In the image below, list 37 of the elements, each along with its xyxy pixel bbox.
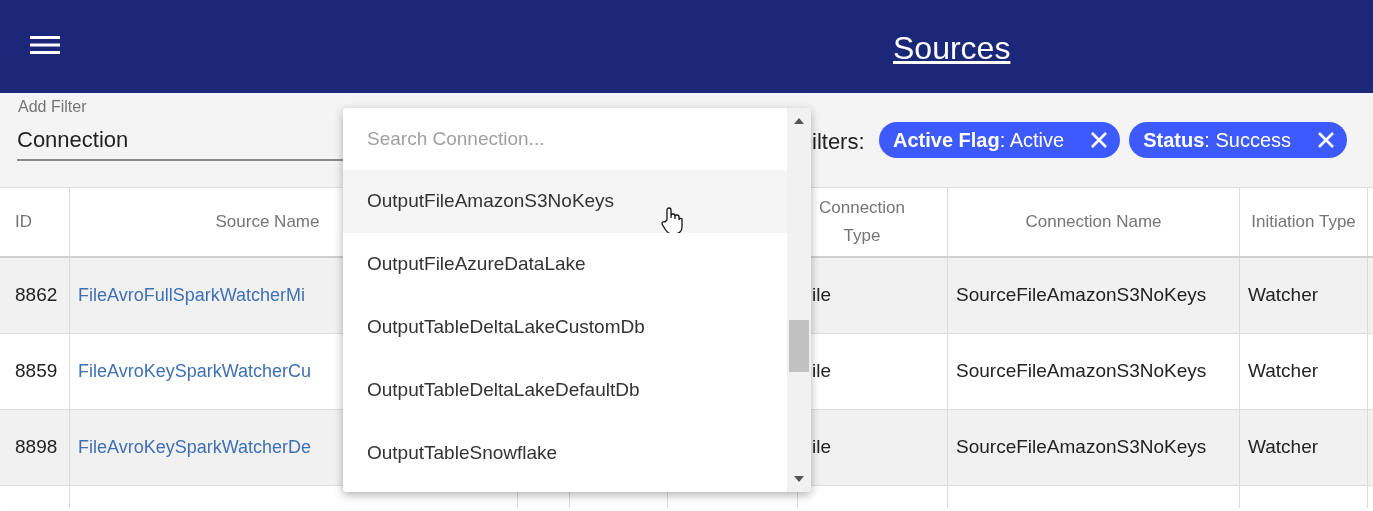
table-cell-text: ile bbox=[812, 435, 831, 460]
source-link[interactable]: FileAvroKeySparkWatcherCu bbox=[78, 358, 312, 385]
table-cell-text: 8859 bbox=[15, 359, 58, 384]
table-cell-text: 8862 bbox=[15, 283, 58, 308]
scrollbar-thumb[interactable] bbox=[789, 320, 809, 372]
close-icon[interactable] bbox=[1090, 131, 1109, 149]
search-field[interactable]: Search Connection... bbox=[343, 108, 787, 170]
menu-icon[interactable] bbox=[30, 35, 60, 55]
table-cell-text: Watcher bbox=[1248, 435, 1319, 460]
page-title[interactable]: Sources bbox=[893, 24, 1011, 72]
source-link[interactable]: FileAvroKeySparkWatcherDe bbox=[78, 434, 312, 461]
table-cell-text: SourceFileAmazonS3NoKeys bbox=[956, 359, 1207, 384]
active-filters-label: ilters: bbox=[812, 128, 865, 156]
hand-cursor-icon bbox=[661, 207, 683, 235]
scroll-down-icon[interactable] bbox=[794, 476, 804, 482]
table-cell-text: ile bbox=[812, 359, 831, 384]
filter-chip[interactable]: Active Flag: Active bbox=[879, 122, 1121, 158]
column-header[interactable]: Source Name bbox=[215, 208, 320, 236]
filter-label: Add Filter bbox=[18, 97, 87, 117]
table-cell-text: 8898 bbox=[15, 435, 58, 460]
table-cell-text: SourceFileAmazonS3NoKeys bbox=[956, 283, 1207, 308]
table-cell-text: Watcher bbox=[1248, 359, 1319, 384]
column-header[interactable]: Connection Name bbox=[1025, 208, 1162, 236]
column-header[interactable]: ID bbox=[15, 208, 32, 236]
chip-label: Status: Success bbox=[1143, 128, 1291, 153]
chip-label: Active Flag: Active bbox=[893, 128, 1065, 153]
dropdown-option[interactable]: OutputFileAmazonS3NoKeys bbox=[343, 170, 787, 233]
table-cell-text: ile bbox=[812, 283, 831, 308]
scrollbar[interactable] bbox=[787, 108, 811, 492]
table-cell-text: SourceFileAmazonS3NoKeys bbox=[956, 435, 1207, 460]
table-cell-text: Watcher bbox=[1248, 283, 1319, 308]
close-icon[interactable] bbox=[1317, 131, 1335, 149]
filter-chip[interactable]: Status: Success bbox=[1129, 122, 1347, 158]
column-header[interactable]: Connection Type bbox=[812, 194, 912, 250]
scroll-up-icon[interactable] bbox=[794, 118, 804, 124]
source-link[interactable]: FileAvroFullSparkWatcherMi bbox=[78, 282, 306, 309]
column-header[interactable]: Initiation Type bbox=[1251, 208, 1356, 236]
